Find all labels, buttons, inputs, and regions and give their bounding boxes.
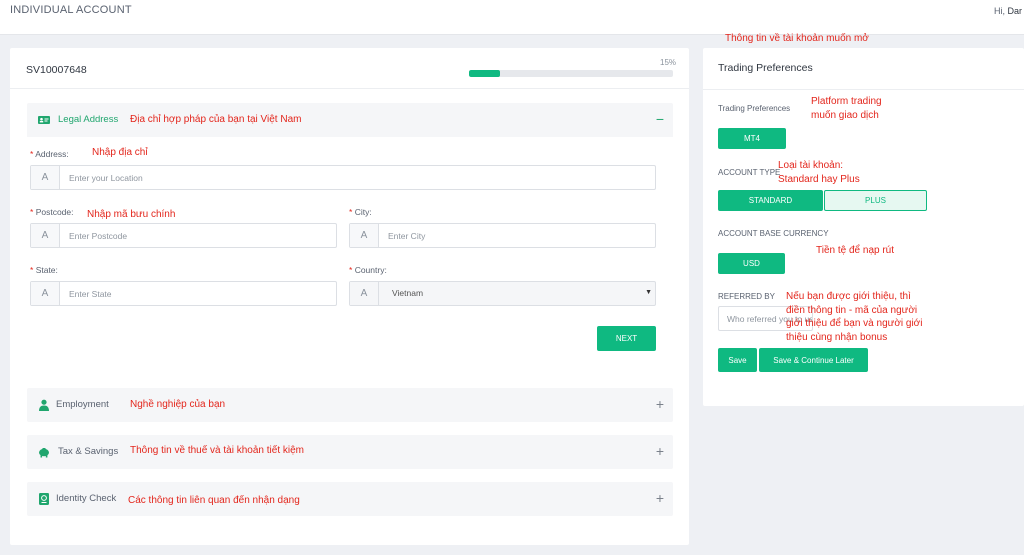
platform-label: Trading Preferences <box>718 104 791 113</box>
annotation-tax: Thông tin về thuế và tài khoản tiết kiệm <box>130 445 304 456</box>
annotation-account-type: Loại tài khoản: Standard hay Plus <box>778 160 860 185</box>
section-title-legal-address: Legal Address <box>58 114 119 125</box>
city-field[interactable]: A <box>349 223 656 248</box>
address-field[interactable]: A <box>30 165 656 190</box>
state-field[interactable]: A <box>30 281 337 306</box>
annotation-referral: Nếu bạn được giới thiệu, thì điền thông … <box>786 291 923 343</box>
piggy-bank-icon <box>39 448 49 458</box>
application-form-card: SV10007648 15% Legal Address − * Address… <box>10 48 689 545</box>
section-employment[interactable]: Employment + <box>27 388 673 422</box>
expand-icon[interactable]: + <box>656 490 664 506</box>
section-title-identity-check: Identity Check <box>56 493 117 504</box>
greeting-text: Hi, <box>993 6 1005 16</box>
city-input[interactable] <box>388 224 648 247</box>
legal-address-form: * Address: A * Postcode: A * City: A <box>27 137 673 375</box>
collapse-icon[interactable]: − <box>656 111 664 127</box>
annotation-account-info: Thông tin về tài khoản muốn mở <box>725 33 869 44</box>
card-title: Trading Preferences <box>718 62 813 74</box>
state-icon: A <box>31 282 60 305</box>
postcode-label: * Postcode: <box>30 207 74 217</box>
annotation-legal-address: Địa chỉ hợp pháp của bạn tại Việt Nam <box>130 114 302 125</box>
account-id: SV10007648 <box>26 64 87 76</box>
annotation-postcode: Nhập mã bưu chính <box>87 209 176 220</box>
expand-icon[interactable]: + <box>656 396 664 412</box>
annotation-employment: Nghề nghiệp của bạn <box>130 399 226 410</box>
annotation-currency: Tiền tệ để nạp rút <box>816 245 895 256</box>
divider <box>10 88 689 89</box>
save-continue-later-button[interactable]: Save & Continue Later <box>759 348 868 372</box>
section-legal-address-header[interactable]: Legal Address − <box>27 103 673 137</box>
postcode-field[interactable]: A <box>30 223 337 248</box>
annotation-address: Nhập địa chỉ <box>92 147 148 158</box>
state-label: * State: <box>30 265 58 275</box>
progress-percent: 15% <box>660 58 677 67</box>
postcode-input[interactable] <box>69 224 329 247</box>
user-greeting[interactable]: Hi, Dar <box>994 6 1022 16</box>
progress-bar <box>469 70 673 77</box>
progress-fill <box>469 70 500 77</box>
save-button[interactable]: Save <box>718 348 757 372</box>
id-card-icon <box>38 116 50 124</box>
section-title-tax-savings: Tax & Savings <box>58 446 119 457</box>
account-type-standard-button[interactable]: STANDARD <box>718 190 823 211</box>
city-icon: A <box>350 224 379 247</box>
page-title: INDIVIDUAL ACCOUNT <box>10 4 132 16</box>
section-tax-savings[interactable]: Tax & Savings + <box>27 435 673 469</box>
city-label: * City: <box>349 207 372 217</box>
user-name[interactable]: Dar <box>1007 6 1022 16</box>
currency-usd-button[interactable]: USD <box>718 253 785 274</box>
address-input[interactable] <box>69 166 639 189</box>
top-bar: INDIVIDUAL ACCOUNT Hi, Dar <box>0 0 1024 35</box>
location-icon: A <box>31 166 60 189</box>
section-identity-check[interactable]: Identity Check + <box>27 482 673 516</box>
state-input[interactable] <box>69 282 329 305</box>
section-legal-address: Legal Address − * Address: A * Postcode:… <box>27 103 673 375</box>
divider <box>703 89 1024 90</box>
address-label: * Address: <box>30 149 69 159</box>
expand-icon[interactable]: + <box>656 443 664 459</box>
next-button[interactable]: NEXT <box>597 326 656 351</box>
country-icon: A <box>350 282 379 305</box>
annotation-platform: Platform trading muốn giao dịch <box>811 96 882 121</box>
account-type-label: ACCOUNT TYPE <box>718 168 781 177</box>
chevron-down-icon: ▼ <box>645 289 652 296</box>
country-selected-value: Vietnam <box>392 288 424 298</box>
referred-by-label: REFERRED BY <box>718 292 775 301</box>
currency-label: ACCOUNT BASE CURRENCY <box>718 229 829 238</box>
section-title-employment: Employment <box>56 399 109 410</box>
person-icon <box>39 399 49 411</box>
country-label: * Country: <box>349 265 387 275</box>
country-select[interactable]: A Vietnam ▼ <box>349 281 656 306</box>
annotation-identity: Các thông tin liên quan đến nhận dạng <box>128 495 300 506</box>
platform-mt4-button[interactable]: MT4 <box>718 128 786 149</box>
account-type-plus-button[interactable]: PLUS <box>824 190 927 211</box>
postcode-icon: A <box>31 224 60 247</box>
passport-icon <box>39 493 49 505</box>
